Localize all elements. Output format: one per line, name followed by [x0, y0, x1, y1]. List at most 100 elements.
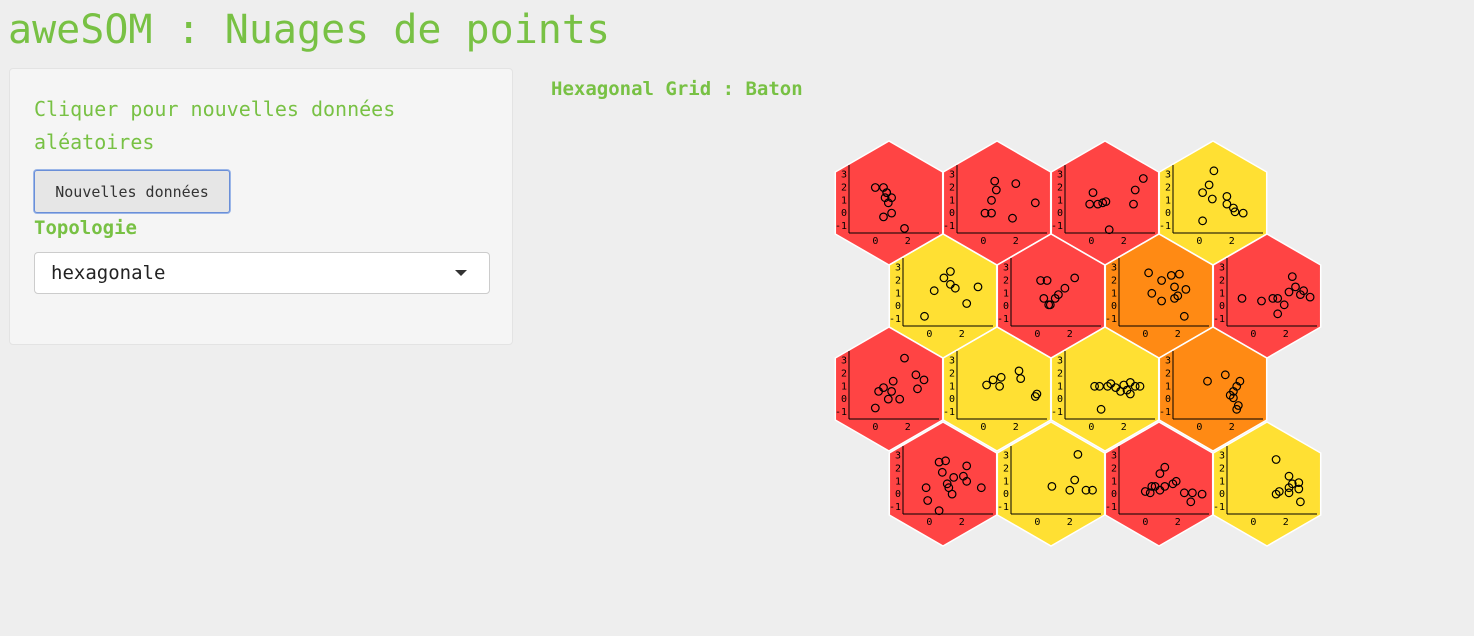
y-tick-label: 0: [895, 301, 901, 312]
y-tick-label: 2: [1057, 182, 1063, 193]
y-tick-label: 3: [1219, 263, 1225, 274]
y-tick-label: 1: [1219, 288, 1225, 299]
x-tick-label: 2: [1067, 329, 1073, 340]
y-tick-label: -1: [835, 407, 847, 418]
y-tick-label: 3: [1111, 263, 1117, 274]
x-tick-label: 2: [1283, 517, 1289, 528]
y-tick-label: 3: [1003, 451, 1009, 462]
y-tick-label: -1: [1213, 502, 1225, 513]
y-tick-label: 1: [949, 195, 955, 206]
y-tick-label: 3: [1111, 451, 1117, 462]
y-tick-label: 1: [949, 381, 955, 392]
y-tick-label: -1: [835, 221, 847, 232]
y-tick-label: 0: [1219, 489, 1225, 500]
y-tick-label: 3: [841, 170, 847, 181]
y-tick-label: 1: [1003, 476, 1009, 487]
y-tick-label: 3: [949, 356, 955, 367]
x-tick-label: 0: [872, 422, 878, 433]
y-tick-label: -1: [1159, 407, 1171, 418]
y-tick-label: 1: [1165, 381, 1171, 392]
y-tick-label: 2: [1219, 275, 1225, 286]
y-tick-label: 1: [895, 288, 901, 299]
y-tick-label: 0: [1111, 301, 1117, 312]
y-tick-label: 2: [841, 368, 847, 379]
y-tick-label: 2: [1219, 463, 1225, 474]
y-tick-label: -1: [997, 502, 1009, 513]
y-tick-label: 1: [1165, 195, 1171, 206]
y-tick-label: 2: [949, 182, 955, 193]
y-tick-label: 2: [1003, 463, 1009, 474]
y-tick-label: -1: [889, 502, 901, 513]
y-tick-label: 0: [1165, 394, 1171, 405]
y-tick-label: 2: [895, 463, 901, 474]
y-tick-label: 2: [949, 368, 955, 379]
x-tick-label: 0: [1142, 517, 1148, 528]
y-tick-label: 2: [1057, 368, 1063, 379]
y-tick-label: 2: [841, 182, 847, 193]
x-tick-label: 2: [1175, 517, 1181, 528]
y-tick-label: 1: [1111, 476, 1117, 487]
y-tick-label: -1: [943, 221, 955, 232]
y-tick-label: 3: [949, 170, 955, 181]
y-tick-label: 1: [895, 476, 901, 487]
y-tick-label: 2: [1111, 463, 1117, 474]
x-tick-label: 0: [1250, 517, 1256, 528]
y-tick-label: 0: [1219, 301, 1225, 312]
y-tick-label: 2: [1165, 182, 1171, 193]
y-tick-label: 0: [895, 489, 901, 500]
x-tick-label: 2: [1013, 236, 1019, 247]
x-tick-label: 0: [926, 517, 932, 528]
y-tick-label: 3: [1165, 356, 1171, 367]
x-tick-label: 2: [1013, 422, 1019, 433]
y-tick-label: 2: [1111, 275, 1117, 286]
y-tick-label: 0: [841, 394, 847, 405]
y-tick-label: -1: [1105, 314, 1117, 325]
x-tick-label: 0: [1142, 329, 1148, 340]
y-tick-label: 2: [1003, 275, 1009, 286]
y-tick-label: 0: [1057, 394, 1063, 405]
y-tick-label: 3: [895, 451, 901, 462]
y-tick-label: 3: [1003, 263, 1009, 274]
y-tick-label: -1: [997, 314, 1009, 325]
x-tick-label: 0: [1088, 236, 1094, 247]
x-tick-label: 2: [959, 517, 965, 528]
y-tick-label: -1: [1105, 502, 1117, 513]
y-tick-label: 1: [1057, 381, 1063, 392]
y-tick-label: 3: [1165, 170, 1171, 181]
x-tick-label: 0: [1088, 422, 1094, 433]
y-tick-label: -1: [943, 407, 955, 418]
x-tick-label: 2: [1067, 517, 1073, 528]
y-tick-label: 0: [1057, 208, 1063, 219]
y-tick-label: 0: [1165, 208, 1171, 219]
y-tick-label: 0: [1003, 301, 1009, 312]
x-tick-label: 2: [905, 422, 911, 433]
x-tick-label: 0: [980, 422, 986, 433]
y-tick-label: 0: [949, 208, 955, 219]
x-tick-label: 0: [1250, 329, 1256, 340]
x-tick-label: 0: [1196, 422, 1202, 433]
x-tick-label: 0: [980, 236, 986, 247]
y-tick-label: 1: [1111, 288, 1117, 299]
y-tick-label: -1: [1159, 221, 1171, 232]
y-tick-label: 1: [1003, 288, 1009, 299]
x-tick-label: 2: [959, 329, 965, 340]
x-tick-label: 0: [1034, 329, 1040, 340]
y-tick-label: -1: [889, 314, 901, 325]
x-tick-label: 0: [872, 236, 878, 247]
y-tick-label: 1: [841, 381, 847, 392]
x-tick-label: 2: [1229, 422, 1235, 433]
y-tick-label: 3: [895, 263, 901, 274]
y-tick-label: 0: [949, 394, 955, 405]
hex-grid-chart: 3210-10 23210-10 23210-10 23210-10 23210-10 2…: [834, 140, 1322, 547]
y-tick-label: 1: [1219, 476, 1225, 487]
y-tick-label: 3: [1219, 451, 1225, 462]
y-tick-label: 0: [1111, 489, 1117, 500]
x-tick-label: 0: [1034, 517, 1040, 528]
x-tick-label: 2: [905, 236, 911, 247]
y-tick-label: 3: [1057, 170, 1063, 181]
y-tick-label: 2: [1165, 368, 1171, 379]
y-tick-label: -1: [1051, 407, 1063, 418]
x-tick-label: 2: [1121, 422, 1127, 433]
x-tick-label: 2: [1229, 236, 1235, 247]
y-tick-label: 0: [841, 208, 847, 219]
